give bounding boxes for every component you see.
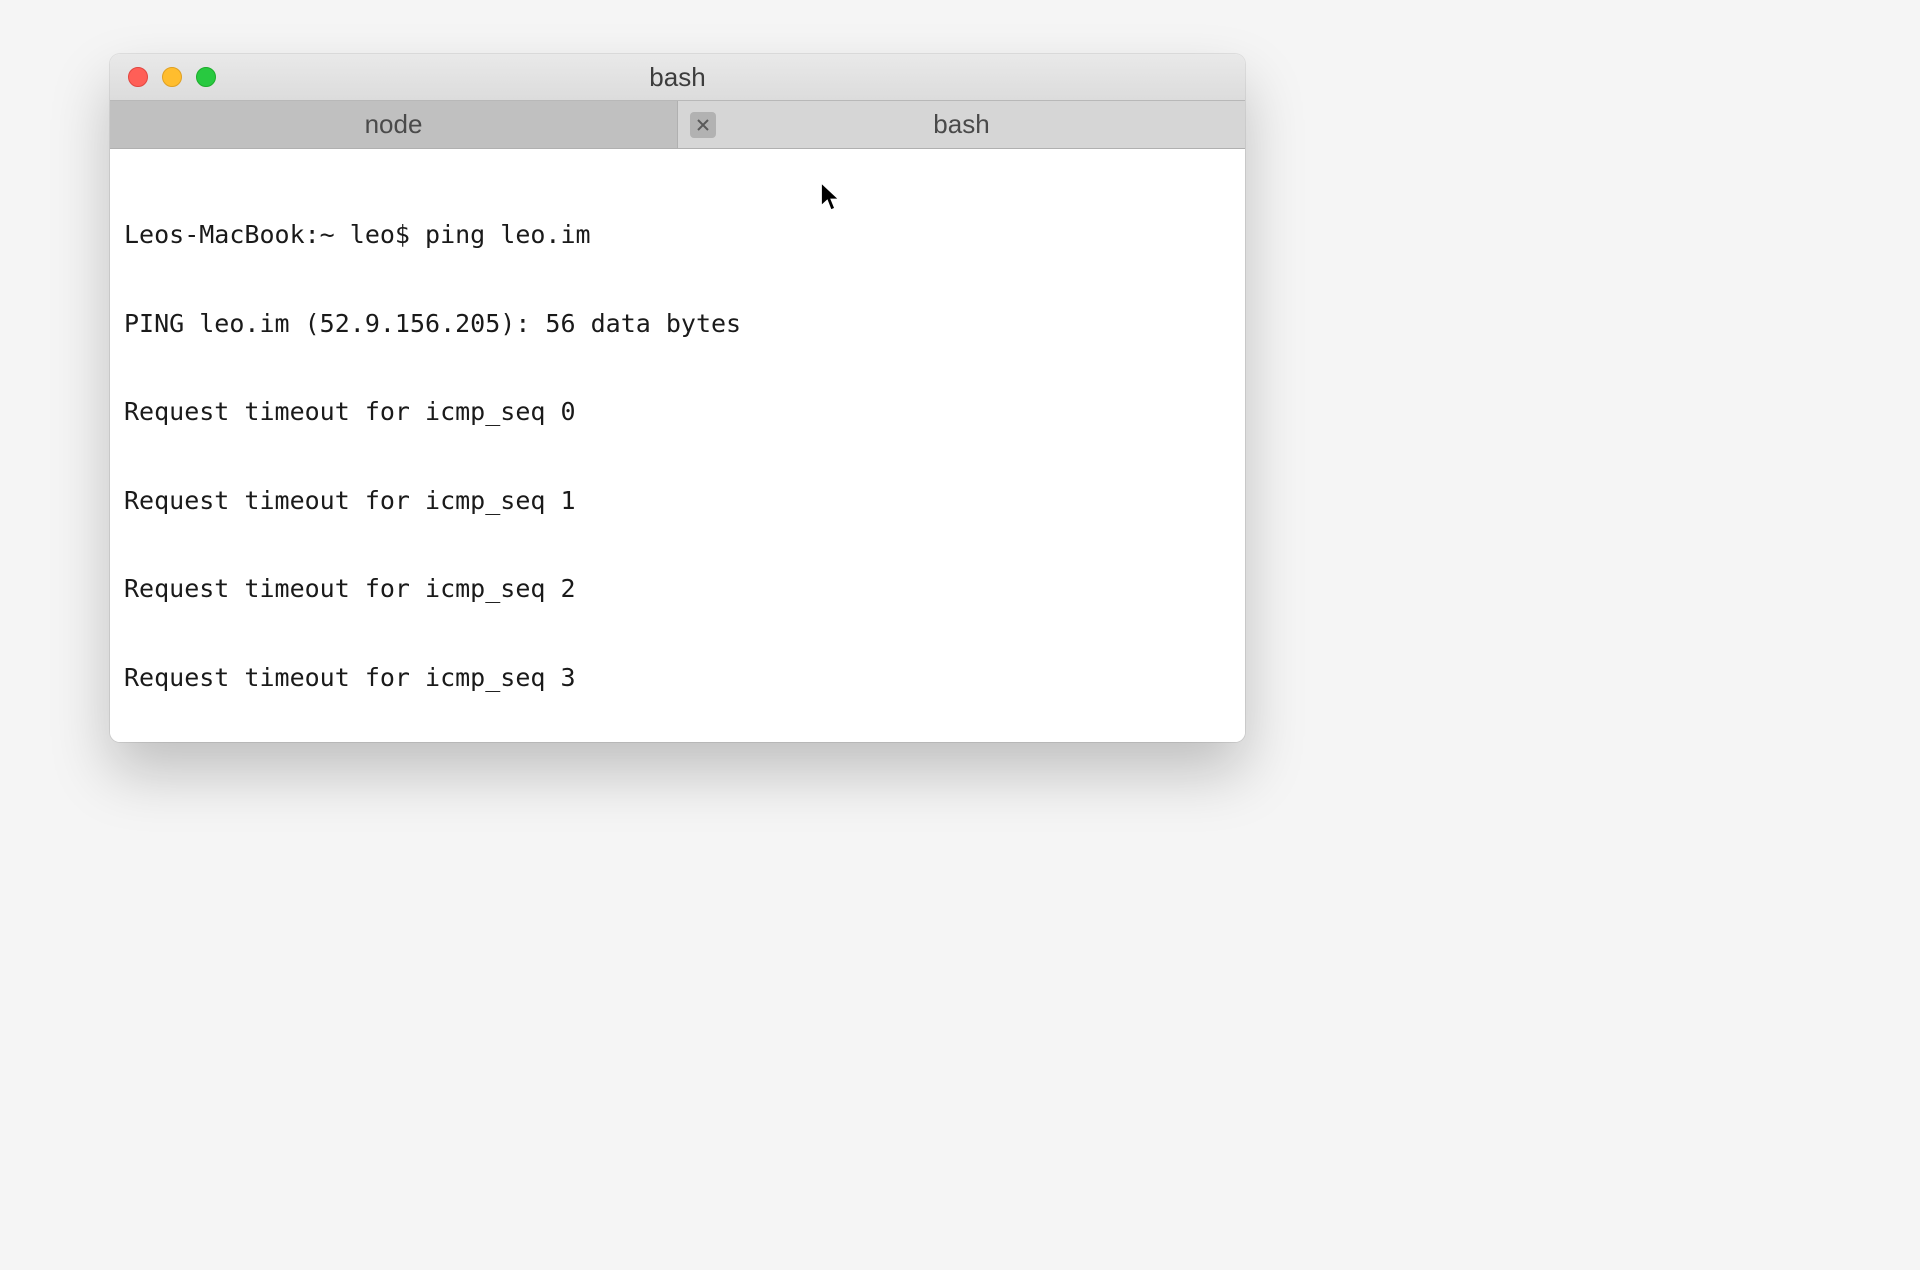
tab-node[interactable]: node [110, 101, 678, 148]
maximize-window-button[interactable] [196, 67, 216, 87]
terminal-line: Leos-MacBook:~ leo$ ping leo.im [124, 220, 1231, 250]
tab-label: bash [933, 109, 989, 140]
traffic-lights [110, 67, 216, 87]
terminal-line: Request timeout for icmp_seq 0 [124, 397, 1231, 427]
close-window-button[interactable] [128, 67, 148, 87]
terminal-line: Request timeout for icmp_seq 2 [124, 574, 1231, 604]
tab-bar: node bash [110, 101, 1245, 149]
tab-label: node [365, 109, 423, 140]
title-bar[interactable]: bash [110, 54, 1245, 101]
minimize-window-button[interactable] [162, 67, 182, 87]
terminal-line: Request timeout for icmp_seq 3 [124, 663, 1231, 693]
terminal-content[interactable]: Leos-MacBook:~ leo$ ping leo.im PING leo… [110, 149, 1245, 742]
terminal-line: PING leo.im (52.9.156.205): 56 data byte… [124, 309, 1231, 339]
window-title: bash [110, 62, 1245, 93]
tab-bash[interactable]: bash [678, 101, 1245, 148]
terminal-line: Request timeout for icmp_seq 1 [124, 486, 1231, 516]
close-tab-icon[interactable] [690, 112, 716, 138]
terminal-window: bash node bash Leos-MacBook:~ leo$ ping … [110, 54, 1245, 742]
